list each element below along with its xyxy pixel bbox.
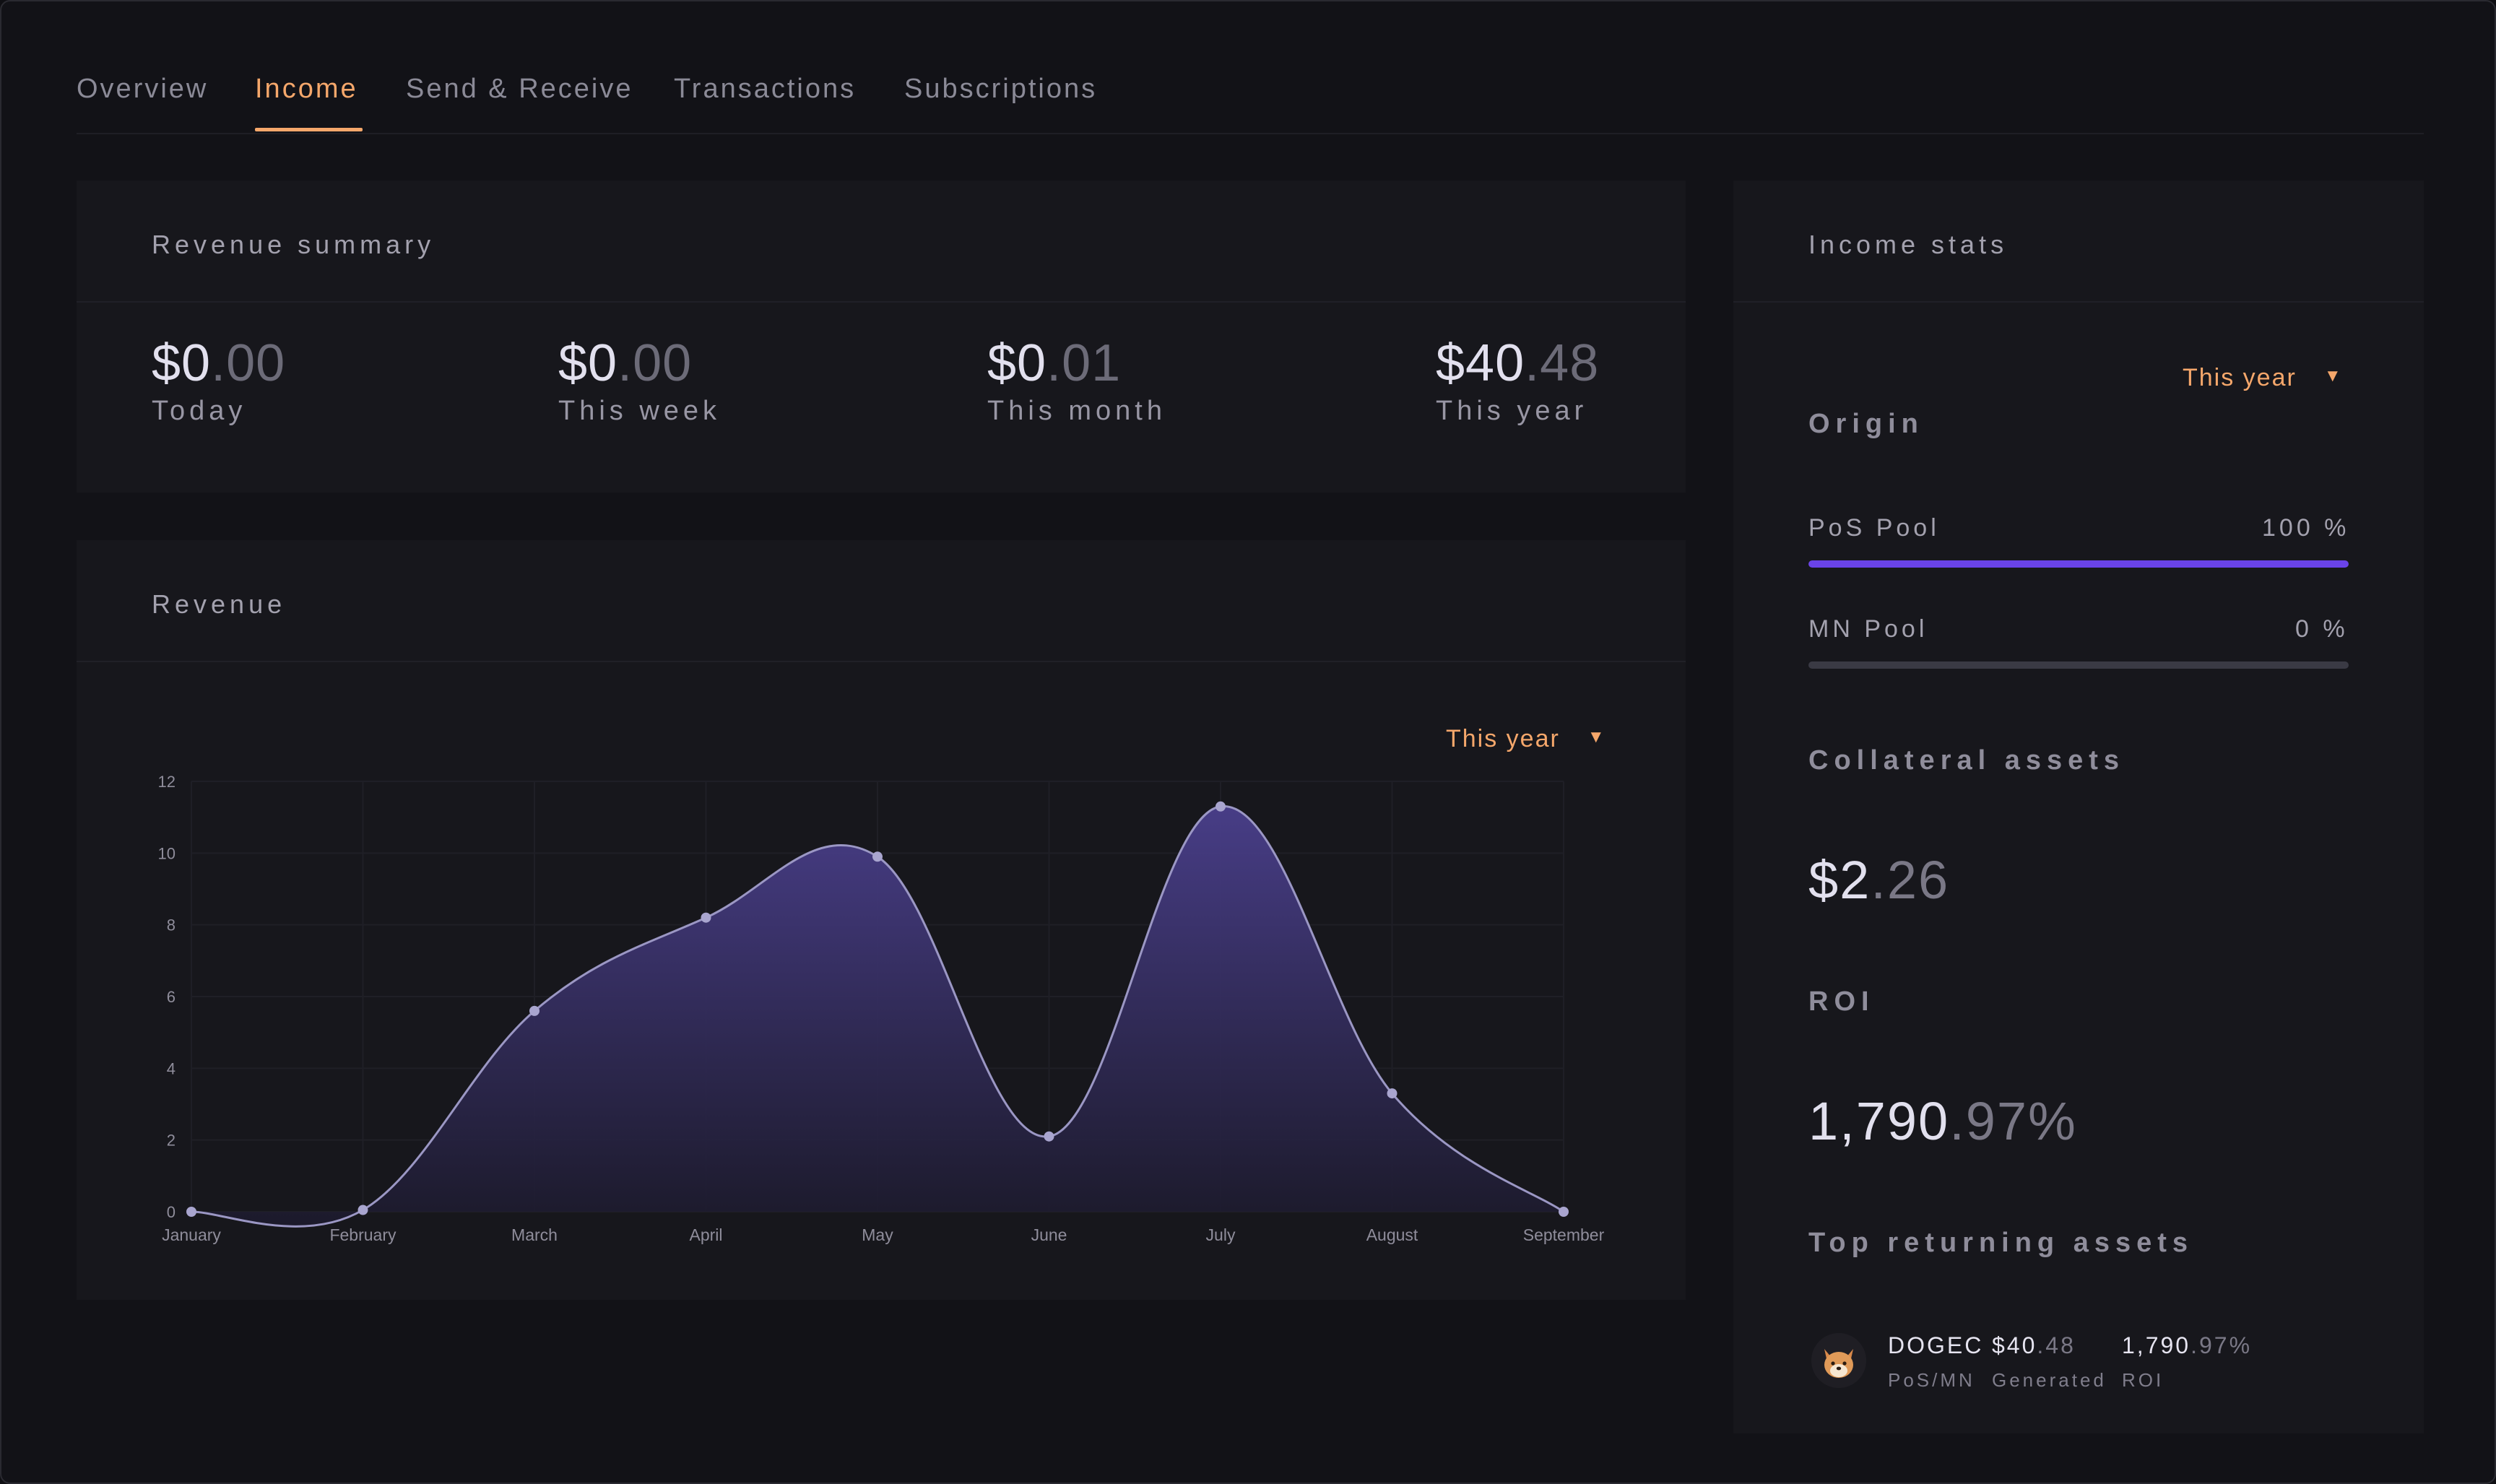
roi-value: 1,790.97% bbox=[1808, 1091, 2077, 1151]
pos-pool-bar-fill bbox=[1808, 560, 2349, 568]
tab-bar: Overview Income Send & Receive Transacti… bbox=[77, 59, 2424, 134]
data-point[interactable] bbox=[872, 851, 883, 862]
summary-label: This week bbox=[558, 396, 722, 426]
x-tick-label: March bbox=[511, 1225, 558, 1244]
tab-transactions[interactable]: Transactions bbox=[674, 74, 856, 105]
tab-subscriptions[interactable]: Subscriptions bbox=[904, 74, 1097, 105]
pos-pool-bar bbox=[1808, 560, 2349, 568]
asset-generated-value: $40.48 bbox=[1992, 1332, 2076, 1358]
summary-amount: $40.48 bbox=[1436, 334, 1600, 392]
summary-today: $0.00 Today bbox=[152, 334, 285, 427]
asset-name: DOGEC bbox=[1888, 1332, 1984, 1358]
revenue-chart-card: Revenue This year ▼ 0 2 4 6 8 10 12 January Febr… bbox=[77, 540, 1686, 1300]
y-tick-label: 6 bbox=[167, 988, 176, 1006]
app-frame: Overview Income Send & Receive Transacti… bbox=[0, 0, 2496, 1484]
chevron-down-icon: ▼ bbox=[2323, 366, 2343, 386]
data-point[interactable] bbox=[701, 912, 711, 923]
summary-amount: $0.00 bbox=[152, 334, 286, 392]
data-point[interactable] bbox=[1387, 1088, 1398, 1099]
x-tick-label: September bbox=[1523, 1225, 1605, 1244]
revenue-summary-card: Revenue summary $0.00 Today $0.00 This w… bbox=[77, 181, 1686, 493]
asset-generated-block: $40.48 Generated bbox=[1992, 1332, 2107, 1392]
data-point[interactable] bbox=[1216, 801, 1226, 812]
roi-label: ROI bbox=[1808, 986, 1875, 1017]
x-tick-label: August bbox=[1366, 1225, 1418, 1244]
asset-roi-value: 1,790.97% bbox=[2122, 1332, 2253, 1358]
card-title: Income stats bbox=[1808, 230, 2008, 259]
y-tick-label: 0 bbox=[167, 1203, 176, 1221]
data-point[interactable] bbox=[529, 1005, 540, 1016]
summary-this-week: $0.00 This week bbox=[558, 334, 721, 427]
pool-name: PoS Pool bbox=[1808, 514, 1940, 542]
asset-roi-label: ROI bbox=[2122, 1369, 2164, 1391]
dogecoin-shiba-icon bbox=[1811, 1333, 1866, 1388]
active-tab-indicator bbox=[255, 128, 363, 131]
collateral-value: $2.26 bbox=[1808, 850, 1950, 910]
pool-percent: 100 % bbox=[2262, 514, 2350, 542]
x-tick-label: February bbox=[329, 1225, 396, 1244]
summary-amount: $0.01 bbox=[987, 334, 1122, 392]
summary-label: This month bbox=[987, 396, 1166, 426]
y-tick-label: 8 bbox=[167, 916, 176, 934]
top-returning-assets-label: Top returning assets bbox=[1808, 1228, 2194, 1258]
summary-this-month: $0.01 This month bbox=[987, 334, 1166, 427]
summary-amount: $0.00 bbox=[558, 334, 693, 392]
income-period-dropdown[interactable]: This year ▼ bbox=[2183, 364, 2343, 392]
collateral-assets-label: Collateral assets bbox=[1808, 745, 2126, 776]
x-tick-label: May bbox=[862, 1225, 893, 1244]
x-tick-label: July bbox=[1206, 1225, 1236, 1244]
asset-name-block: DOGEC PoS/MN bbox=[1888, 1332, 1983, 1392]
summary-label: Today bbox=[152, 396, 247, 426]
income-stats-card: Income stats This year ▼ Origin PoS Pool … bbox=[1733, 181, 2424, 1433]
x-tick-label: January bbox=[162, 1225, 221, 1244]
summary-this-year: $40.48 This year bbox=[1436, 334, 1599, 427]
asset-type: PoS/MN bbox=[1888, 1369, 1975, 1391]
tab-send-receive[interactable]: Send & Receive bbox=[406, 74, 633, 105]
card-header: Income stats bbox=[1733, 181, 2424, 303]
origin-label: Origin bbox=[1808, 409, 1924, 439]
x-tick-label: April bbox=[689, 1225, 722, 1244]
mn-pool-bar bbox=[1808, 661, 2349, 669]
dropdown-label: This year bbox=[2183, 364, 2297, 391]
data-point[interactable] bbox=[1044, 1131, 1054, 1142]
pool-name: MN Pool bbox=[1808, 615, 1928, 643]
revenue-area bbox=[191, 806, 1564, 1227]
y-tick-label: 12 bbox=[158, 773, 176, 791]
revenue-chart: 0 2 4 6 8 10 12 January February March April May Ju… bbox=[158, 773, 1605, 1244]
asset-generated-label: Generated bbox=[1992, 1369, 2107, 1391]
x-tick-label: June bbox=[1031, 1225, 1067, 1244]
card-title: Revenue summary bbox=[152, 230, 436, 259]
pool-percent: 0 % bbox=[2295, 615, 2349, 643]
y-tick-label: 4 bbox=[167, 1059, 176, 1077]
y-tick-label: 10 bbox=[158, 844, 176, 862]
y-tick-label: 2 bbox=[167, 1132, 176, 1150]
asset-roi-block: 1,790.97% ROI bbox=[2122, 1332, 2252, 1392]
data-point[interactable] bbox=[186, 1207, 196, 1217]
card-header: Revenue summary bbox=[77, 181, 1686, 303]
data-point[interactable] bbox=[358, 1205, 368, 1215]
data-point[interactable] bbox=[1559, 1207, 1569, 1217]
tab-income[interactable]: Income bbox=[255, 74, 358, 105]
summary-label: This year bbox=[1436, 396, 1588, 426]
tab-overview[interactable]: Overview bbox=[77, 74, 208, 105]
